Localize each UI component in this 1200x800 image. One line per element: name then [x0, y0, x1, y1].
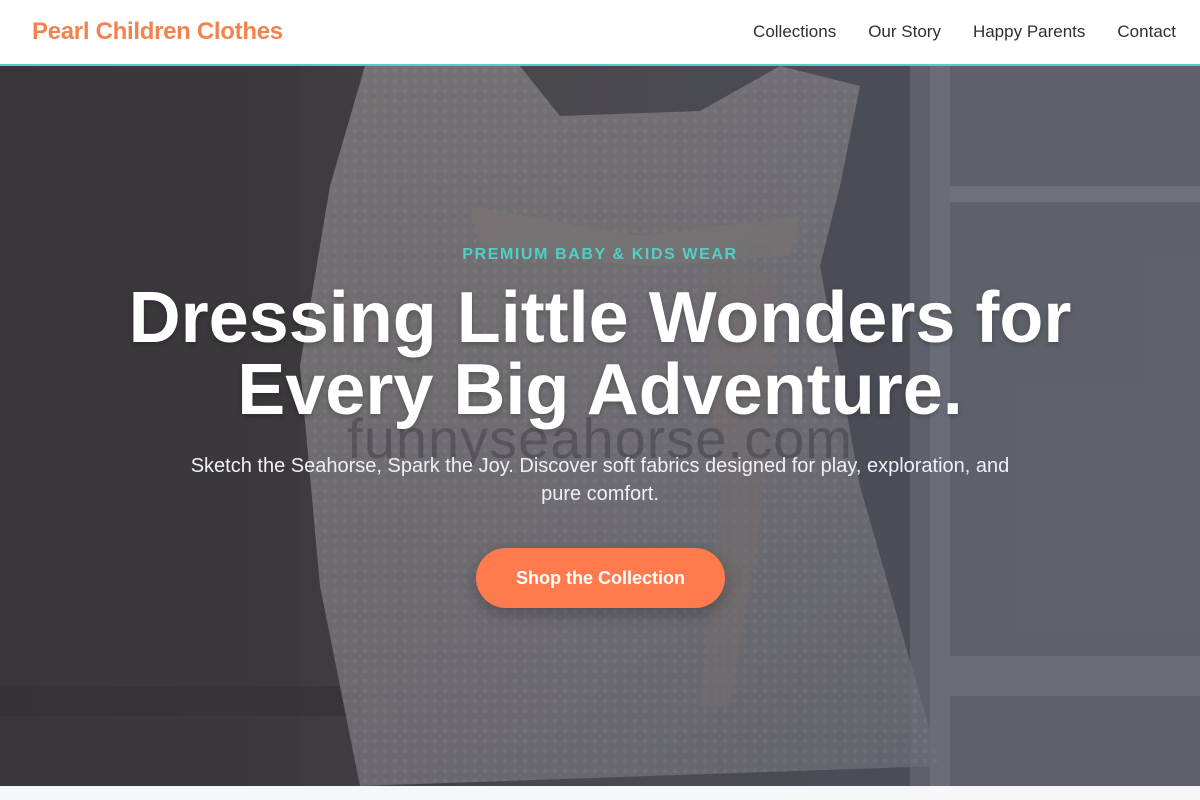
hero-headline: Dressing Little Wonders for Every Big Ad…: [128, 278, 1072, 430]
nav-contact[interactable]: Contact: [1117, 22, 1176, 42]
brand-logo[interactable]: Pearl Children Clothes: [32, 18, 283, 46]
shop-collection-button[interactable]: Shop the Collection: [476, 548, 725, 608]
hero-eyebrow: PREMIUM BABY & KIDS WEAR: [462, 246, 738, 263]
hero-section: funnyseahorse.com PREMIUM BABY & KIDS WE…: [0, 66, 1200, 786]
next-section-edge: [0, 786, 1200, 800]
nav-our-story[interactable]: Our Story: [868, 22, 941, 42]
site-header: Pearl Children Clothes Collections Our S…: [0, 0, 1200, 66]
main-nav: Collections Our Story Happy Parents Cont…: [753, 22, 1176, 42]
nav-happy-parents[interactable]: Happy Parents: [973, 22, 1085, 42]
hero-subtext: Sketch the Seahorse, Spark the Joy. Disc…: [190, 455, 1010, 505]
nav-collections[interactable]: Collections: [753, 22, 836, 42]
